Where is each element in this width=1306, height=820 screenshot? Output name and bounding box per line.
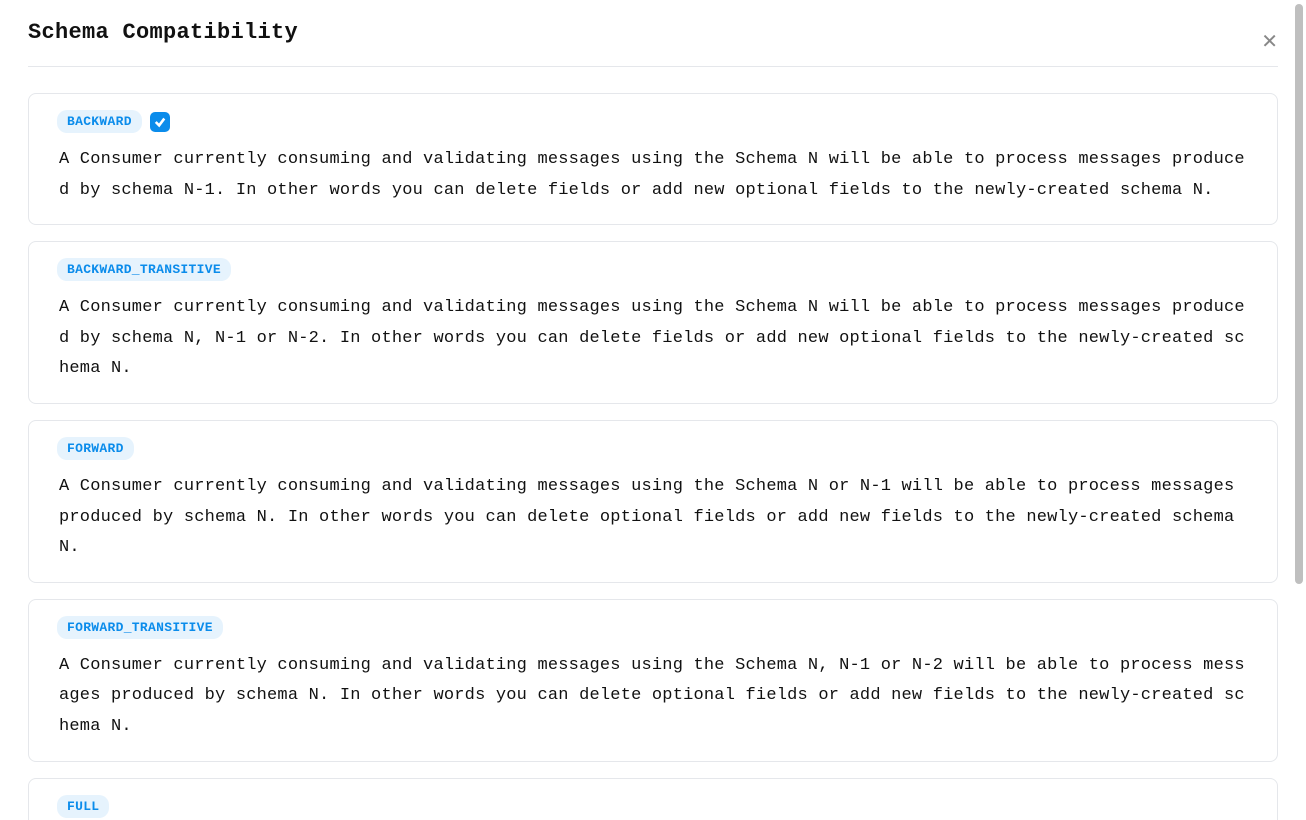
card-header: BACKWARD_TRANSITIVE (57, 258, 1247, 281)
page-title: Schema Compatibility (28, 20, 298, 45)
compatibility-option-forward[interactable]: FORWARD A Consumer currently consuming a… (28, 420, 1278, 583)
close-icon: ✕ (1261, 31, 1278, 53)
selected-indicator (150, 112, 170, 132)
compatibility-option-backward-transitive[interactable]: BACKWARD_TRANSITIVE A Consumer currently… (28, 241, 1278, 404)
option-description: A Consumer currently consuming and valid… (59, 651, 1247, 743)
option-label-badge: BACKWARD (57, 110, 142, 133)
compatibility-options-list: BACKWARD A Consumer currently consuming … (28, 93, 1278, 820)
compatibility-option-full[interactable]: FULL FORWARD + BACKWARD Compatibility. (28, 778, 1278, 820)
option-label-badge: FORWARD (57, 437, 134, 460)
option-label-badge: FORWARD_TRANSITIVE (57, 616, 223, 639)
compatibility-option-forward-transitive[interactable]: FORWARD_TRANSITIVE A Consumer currently … (28, 599, 1278, 762)
card-header: BACKWARD (57, 110, 1247, 133)
card-header: FORWARD (57, 437, 1247, 460)
option-description: A Consumer currently consuming and valid… (59, 145, 1247, 206)
option-label-badge: BACKWARD_TRANSITIVE (57, 258, 231, 281)
header-divider (28, 66, 1278, 67)
close-button[interactable]: ✕ (1257, 28, 1282, 56)
option-label-badge: FULL (57, 795, 109, 818)
compatibility-option-backward[interactable]: BACKWARD A Consumer currently consuming … (28, 93, 1278, 225)
option-description: A Consumer currently consuming and valid… (59, 293, 1247, 385)
check-icon (154, 116, 166, 128)
card-header: FORWARD_TRANSITIVE (57, 616, 1247, 639)
card-header: FULL (57, 795, 1247, 818)
scrollbar-thumb[interactable] (1295, 4, 1303, 584)
header-row: Schema Compatibility ✕ (28, 20, 1278, 56)
modal-container: Schema Compatibility ✕ BACKWARD A Consum… (0, 0, 1306, 820)
option-description: A Consumer currently consuming and valid… (59, 472, 1247, 564)
vertical-scrollbar[interactable] (1292, 0, 1306, 820)
